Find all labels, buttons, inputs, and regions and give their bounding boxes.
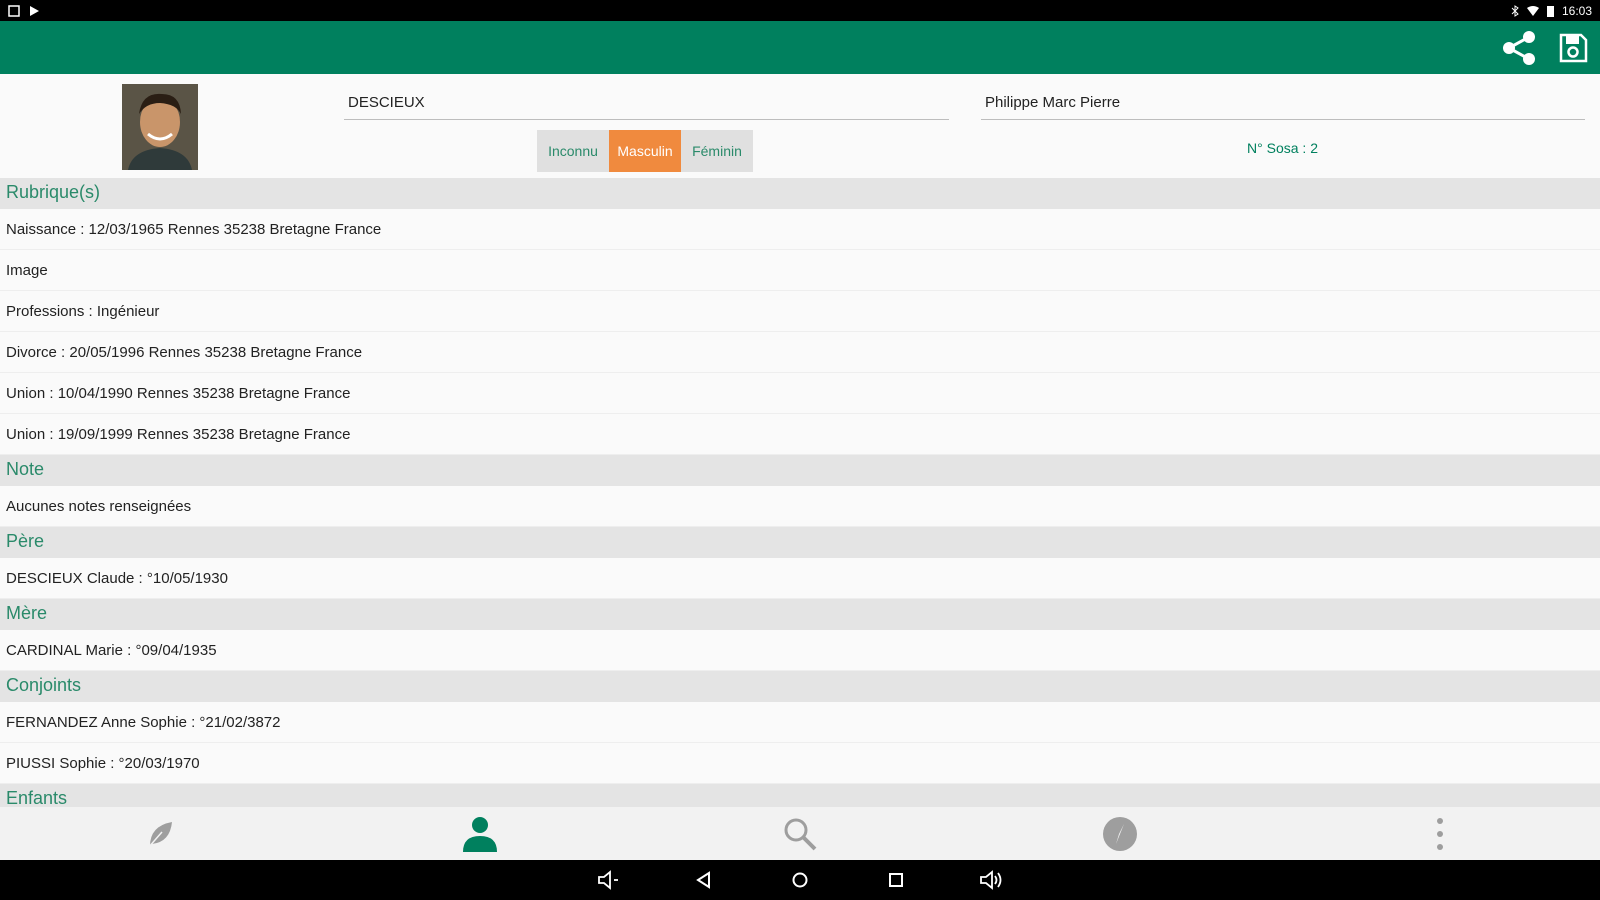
list-item[interactable]: Union : 10/04/1990 Rennes 35238 Bretagne… <box>0 373 1600 414</box>
sosa-number: N° Sosa : 2 <box>1247 140 1318 156</box>
leaf-icon <box>147 821 172 848</box>
section-header-rubriques: Rubrique(s) <box>0 178 1600 209</box>
gender-male-button[interactable]: Masculin <box>609 130 681 172</box>
list-item[interactable]: Union : 19/09/1999 Rennes 35238 Bretagne… <box>0 414 1600 455</box>
portrait-image <box>122 84 198 170</box>
nav-search[interactable] <box>770 807 830 860</box>
section-header-children: Enfants <box>0 784 1600 807</box>
home-icon[interactable] <box>787 869 813 891</box>
share-icon[interactable] <box>1500 29 1538 67</box>
bluetooth-icon <box>1511 4 1519 17</box>
list-item[interactable]: Divorce : 20/05/1996 Rennes 35238 Bretag… <box>0 332 1600 373</box>
status-bar: 16:03 <box>0 0 1600 21</box>
list-item[interactable]: FERNANDEZ Anne Sophie : °21/02/3872 <box>0 702 1600 743</box>
back-icon[interactable] <box>691 869 717 891</box>
list-item[interactable]: DESCIEUX Claude : °10/05/1930 <box>0 558 1600 599</box>
list-item[interactable]: Naissance : 12/03/1965 Rennes 35238 Bret… <box>0 209 1600 250</box>
list-item[interactable]: Aucunes notes renseignées <box>0 486 1600 527</box>
recents-icon[interactable] <box>883 869 909 891</box>
wifi-icon <box>1526 5 1539 16</box>
avatar[interactable] <box>122 84 198 170</box>
nav-tree[interactable] <box>130 807 190 860</box>
list-item[interactable]: PIUSSI Sophie : °20/03/1970 <box>0 743 1600 784</box>
details-list: Rubrique(s) Naissance : 12/03/1965 Renne… <box>0 178 1600 807</box>
person-header: DESCIEUX Philippe Marc Pierre Inconnu Ma… <box>0 74 1600 178</box>
section-header-mother: Mère <box>0 599 1600 630</box>
section-header-note: Note <box>0 455 1600 486</box>
nav-more[interactable] <box>1410 807 1470 860</box>
search-icon <box>784 818 817 850</box>
list-item[interactable]: CARDINAL Marie : °09/04/1935 <box>0 630 1600 671</box>
play-store-icon <box>30 5 39 16</box>
gender-selector: Inconnu Masculin Féminin <box>537 130 753 172</box>
app-bar <box>0 21 1600 74</box>
nav-person[interactable] <box>450 807 510 860</box>
save-icon[interactable] <box>1556 31 1590 65</box>
volume-down-icon[interactable] <box>595 869 621 891</box>
surname-field[interactable]: DESCIEUX <box>344 90 949 120</box>
bottom-navigation <box>0 807 1600 860</box>
given-names-field[interactable]: Philippe Marc Pierre <box>981 90 1585 120</box>
notification-icon <box>8 4 20 17</box>
person-icon <box>463 816 497 852</box>
section-header-spouses: Conjoints <box>0 671 1600 702</box>
compass-icon <box>1103 816 1137 851</box>
battery-icon <box>1546 5 1554 17</box>
gender-unknown-button[interactable]: Inconnu <box>537 130 609 172</box>
more-vert-icon <box>1437 817 1443 850</box>
gender-female-button[interactable]: Féminin <box>681 130 753 172</box>
list-item[interactable]: Image <box>0 250 1600 291</box>
nav-compass[interactable] <box>1090 807 1150 860</box>
list-item[interactable]: Professions : Ingénieur <box>0 291 1600 332</box>
system-navigation-bar <box>0 860 1600 900</box>
status-time: 16:03 <box>1561 3 1592 18</box>
volume-up-icon[interactable] <box>979 869 1005 891</box>
section-header-father: Père <box>0 527 1600 558</box>
